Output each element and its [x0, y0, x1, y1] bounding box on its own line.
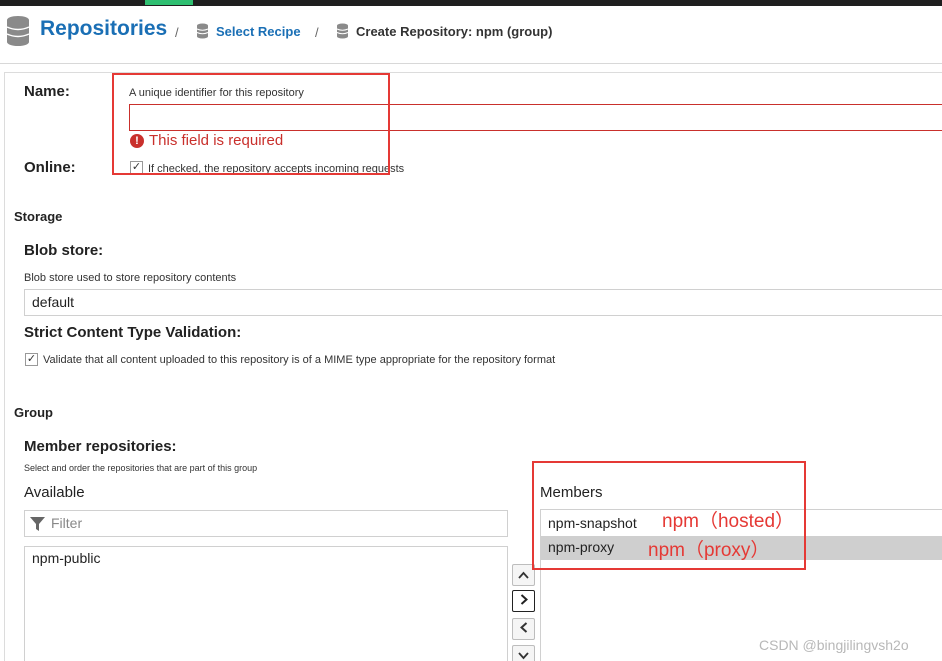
chevron-down-icon: [518, 652, 529, 660]
strict-validation-help: Validate that all content uploaded to th…: [43, 354, 556, 366]
database-icon: [196, 23, 209, 39]
strict-validation-label: Strict Content Type Validation:: [24, 324, 242, 341]
remove-member-button[interactable]: [512, 618, 535, 640]
blob-store-label: Blob store:: [24, 242, 104, 259]
storage-section-title: Storage: [14, 209, 63, 224]
annotation-box-name: [112, 73, 390, 175]
add-member-button[interactable]: [512, 590, 535, 612]
database-icon: [6, 16, 30, 46]
member-repositories-help: Select and order the repositories that a…: [24, 463, 258, 473]
filter-placeholder: Filter: [51, 515, 83, 531]
available-label: Available: [24, 484, 85, 501]
strict-validation-checkbox[interactable]: ✓: [25, 353, 38, 366]
breadcrumb: Repositories / Select Recipe / Create Re…: [0, 6, 942, 64]
list-item[interactable]: npm-public: [32, 550, 100, 566]
available-list[interactable]: npm-public: [24, 546, 508, 661]
name-label: Name:: [24, 83, 70, 100]
breadcrumb-separator: /: [315, 25, 319, 40]
watermark: CSDN @bingjilingvsh2o: [759, 637, 909, 653]
annotation-hosted: npm（hosted）: [662, 511, 795, 532]
chevron-right-icon: [520, 594, 528, 605]
chevron-left-icon: [519, 622, 527, 633]
top-bar-accent: [145, 0, 193, 5]
breadcrumb-select-recipe[interactable]: Select Recipe: [216, 24, 301, 39]
blob-store-help: Blob store used to store repository cont…: [24, 272, 237, 284]
member-repositories-label: Member repositories:: [24, 438, 177, 455]
breadcrumb-repositories[interactable]: Repositories: [40, 17, 167, 41]
breadcrumb-separator: /: [175, 25, 179, 40]
breadcrumb-current: Create Repository: npm (group): [356, 24, 553, 39]
group-section-title: Group: [14, 405, 53, 420]
filter-input[interactable]: Filter: [24, 510, 508, 537]
blob-store-select[interactable]: default: [24, 289, 942, 316]
chevron-up-icon: [518, 571, 529, 579]
online-label: Online:: [24, 159, 76, 176]
move-down-button[interactable]: [512, 645, 535, 661]
database-icon: [336, 23, 349, 39]
filter-icon: [30, 517, 45, 531]
annotation-proxy: npm（proxy）: [648, 540, 770, 561]
